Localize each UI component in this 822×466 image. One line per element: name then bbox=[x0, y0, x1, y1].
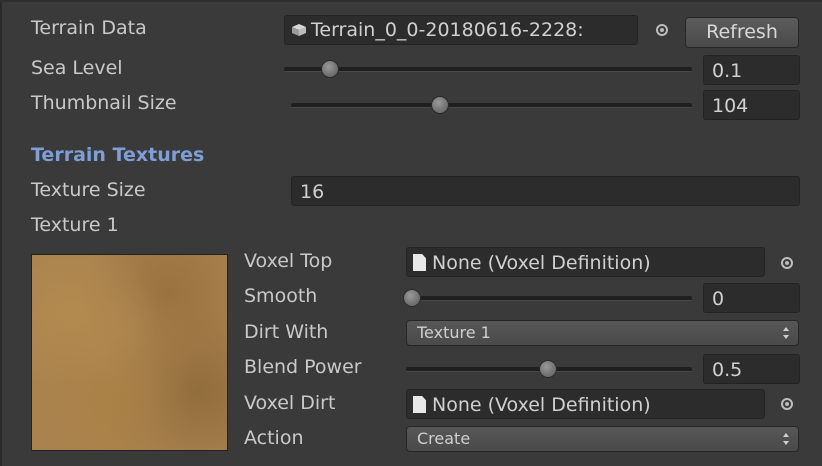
object-picker-icon[interactable] bbox=[656, 24, 668, 36]
voxel-dirt-value: None (Voxel Definition) bbox=[432, 394, 651, 416]
smooth-slider-track[interactable] bbox=[406, 296, 692, 301]
document-icon bbox=[413, 254, 426, 271]
texture-size-input[interactable]: 16 bbox=[291, 176, 800, 206]
object-picker-icon[interactable] bbox=[781, 257, 793, 269]
texture-size-label: Texture Size bbox=[31, 179, 146, 201]
terrain-data-field[interactable]: Terrain_0_0-20180616-2228: bbox=[284, 15, 638, 45]
texture-preview[interactable] bbox=[31, 254, 228, 451]
action-label: Action bbox=[244, 427, 304, 449]
action-dropdown[interactable]: Create bbox=[406, 426, 799, 452]
smooth-label: Smooth bbox=[244, 285, 318, 307]
voxel-top-field[interactable]: None (Voxel Definition) bbox=[406, 247, 765, 277]
dirt-with-value: Texture 1 bbox=[417, 323, 491, 342]
terrain-textures-heading: Terrain Textures bbox=[31, 144, 205, 166]
thumbnail-size-slider-track[interactable] bbox=[291, 103, 692, 108]
sea-level-input[interactable]: 0.1 bbox=[703, 55, 800, 85]
voxel-dirt-field[interactable]: None (Voxel Definition) bbox=[406, 389, 765, 419]
voxel-top-value: None (Voxel Definition) bbox=[432, 252, 651, 274]
voxel-top-label: Voxel Top bbox=[244, 250, 333, 272]
blend-power-slider-thumb[interactable] bbox=[539, 360, 557, 378]
action-value: Create bbox=[417, 429, 471, 448]
texture-1-title: Texture 1 bbox=[31, 214, 119, 236]
prefab-cube-icon bbox=[292, 24, 306, 36]
dirt-with-label: Dirt With bbox=[244, 321, 329, 343]
panel-top-border bbox=[0, 0, 822, 2]
voxel-dirt-label: Voxel Dirt bbox=[244, 392, 336, 414]
terrain-data-value: Terrain_0_0-20180616-2228: bbox=[311, 19, 584, 41]
sea-level-slider-thumb[interactable] bbox=[321, 60, 339, 78]
sea-level-slider-track[interactable] bbox=[284, 67, 692, 72]
terrain-data-label: Terrain Data bbox=[31, 17, 147, 39]
refresh-button[interactable]: Refresh bbox=[685, 17, 799, 48]
document-icon bbox=[413, 396, 426, 413]
smooth-input[interactable]: 0 bbox=[703, 283, 800, 313]
smooth-slider-thumb[interactable] bbox=[403, 289, 421, 307]
thumbnail-size-label: Thumbnail Size bbox=[31, 92, 177, 114]
thumbnail-size-slider-thumb[interactable] bbox=[431, 96, 449, 114]
blend-power-input[interactable]: 0.5 bbox=[703, 354, 800, 384]
blend-power-label: Blend Power bbox=[244, 356, 362, 378]
sea-level-label: Sea Level bbox=[31, 57, 123, 79]
dropdown-arrows-icon bbox=[783, 433, 789, 445]
object-picker-icon[interactable] bbox=[781, 398, 793, 410]
dropdown-arrows-icon bbox=[783, 327, 789, 339]
dirt-with-dropdown[interactable]: Texture 1 bbox=[406, 320, 799, 346]
thumbnail-size-input[interactable]: 104 bbox=[703, 90, 800, 120]
